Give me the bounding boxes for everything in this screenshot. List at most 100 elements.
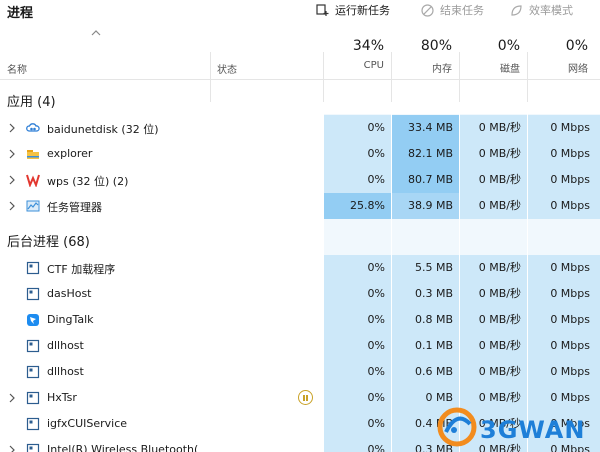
cpu-value: 0%: [324, 141, 391, 167]
table-row[interactable]: explorer 0% 82.1 MB 0 MB/秒 0 Mbps: [0, 141, 600, 167]
sort-up-icon[interactable]: [91, 30, 101, 36]
chevron-right-icon[interactable]: [9, 175, 15, 185]
table-row[interactable]: dllhost 0% 0.1 MB 0 MB/秒 0 Mbps: [0, 333, 600, 359]
cpu-value: 0%: [324, 333, 391, 359]
table-row[interactable]: 任务管理器 25.8% 38.9 MB 0 MB/秒 0 Mbps: [0, 193, 600, 219]
column-header: 名称 状态 34% CPU 80% 内存 0% 磁盘 0% 网络: [0, 22, 600, 102]
table-row[interactable]: CTF 加载程序 0% 5.5 MB 0 MB/秒 0 Mbps: [0, 255, 600, 281]
process-name: CTF 加载程序: [47, 263, 116, 276]
suspended-icon: [298, 390, 313, 405]
app-window-icon: [26, 417, 40, 431]
task-manager-icon: [26, 200, 40, 212]
end-task-label: 结束任务: [440, 4, 484, 17]
chevron-right-icon[interactable]: [9, 393, 15, 403]
table-row[interactable]: dasHost 0% 0.3 MB 0 MB/秒 0 Mbps: [0, 281, 600, 307]
cpu-value: 0%: [324, 307, 391, 333]
cpu-value: 0%: [324, 437, 391, 452]
folder-icon: [27, 150, 39, 159]
disk-value: 0 MB/秒: [460, 307, 527, 333]
watermark-logo-icon: [437, 407, 477, 447]
network-value: 0 Mbps: [528, 193, 600, 219]
background-section-header: 后台进程 (68): [7, 235, 90, 250]
cpu-value: 0%: [324, 167, 391, 193]
efficiency-mode-button[interactable]: 效率模式: [510, 2, 573, 18]
process-name: Intel(R) Wireless Bluetooth(: [47, 443, 199, 452]
cpu-value: 0%: [324, 385, 391, 411]
network-value: 0 Mbps: [528, 141, 600, 167]
process-name: dllhost: [47, 365, 84, 378]
cpu-value: 0%: [324, 115, 391, 141]
cpu-value: 25.8%: [324, 193, 391, 219]
leaf-icon: [511, 4, 522, 16]
disk-value: 0 MB/秒: [460, 333, 527, 359]
process-name: dllhost: [47, 339, 84, 352]
table-row[interactable]: dllhost 0% 0.6 MB 0 MB/秒 0 Mbps: [0, 359, 600, 385]
memory-value: 38.9 MB: [392, 193, 459, 219]
memory-value: 0.1 MB: [392, 333, 459, 359]
wps-icon: [26, 174, 40, 187]
page-title: 进程: [7, 6, 34, 21]
process-name: HxTsr: [47, 391, 77, 404]
app-window-icon: [26, 391, 40, 405]
network-value: 0 Mbps: [528, 307, 600, 333]
process-name: dasHost: [47, 287, 92, 300]
toolbar: 进程 运行新任务 结束任务 效率模式: [0, 0, 600, 22]
network-value: 0 Mbps: [528, 167, 600, 193]
memory-value: 0.3 MB: [392, 281, 459, 307]
memory-value: 82.1 MB: [392, 141, 459, 167]
chevron-right-icon[interactable]: [9, 123, 15, 133]
network-percent: 0%: [565, 38, 588, 54]
dingtalk-icon: [27, 314, 39, 326]
process-name: igfxCUIService: [47, 417, 128, 430]
network-value: 0 Mbps: [528, 333, 600, 359]
app-window-icon: [26, 287, 40, 301]
chevron-right-icon[interactable]: [9, 201, 15, 211]
disk-value: 0 MB/秒: [460, 141, 527, 167]
watermark: 3GWAN: [432, 402, 600, 452]
memory-label: 内存: [432, 64, 452, 75]
cpu-label: CPU: [363, 60, 384, 71]
column-name[interactable]: 名称: [7, 61, 27, 76]
disk-percent: 0%: [497, 38, 520, 54]
block-icon: [421, 3, 434, 17]
disk-value: 0 MB/秒: [460, 167, 527, 193]
run-new-task-label: 运行新任务: [335, 4, 390, 17]
cpu-value: 0%: [324, 411, 391, 437]
column-status[interactable]: 状态: [217, 61, 237, 76]
network-value: 0 Mbps: [528, 255, 600, 281]
process-name: explorer: [47, 147, 93, 160]
network-value: 0 Mbps: [528, 281, 600, 307]
process-name: 任务管理器: [47, 201, 102, 214]
disk-value: 0 MB/秒: [460, 281, 527, 307]
cpu-percent: 34%: [352, 38, 384, 54]
table-row[interactable]: DingTalk 0% 0.8 MB 0 MB/秒 0 Mbps: [0, 307, 600, 333]
cpu-value: 0%: [324, 281, 391, 307]
disk-value: 0 MB/秒: [460, 359, 527, 385]
apps-section-header: 应用 (4): [7, 95, 56, 110]
network-label: 网络: [568, 64, 588, 75]
watermark-text: 3GWAN: [480, 416, 586, 444]
chevron-right-icon[interactable]: [9, 149, 15, 159]
table-row[interactable]: baidunetdisk (32 位) 0% 33.4 MB 0 MB/秒 0 …: [0, 115, 600, 141]
disk-value: 0 MB/秒: [460, 255, 527, 281]
process-name: baidunetdisk (32 位): [47, 123, 159, 136]
cpu-value: 0%: [324, 359, 391, 385]
end-task-button[interactable]: 结束任务: [421, 2, 484, 18]
disk-value: 0 MB/秒: [460, 193, 527, 219]
memory-value: 80.7 MB: [392, 167, 459, 193]
disk-value: 0 MB/秒: [460, 115, 527, 141]
chevron-right-icon[interactable]: [9, 445, 15, 452]
app-window-icon: [26, 365, 40, 379]
cloud-icon: [26, 123, 40, 132]
cpu-value: 0%: [324, 255, 391, 281]
table-row[interactable]: wps (32 位) (2) 0% 80.7 MB 0 MB/秒 0 Mbps: [0, 167, 600, 193]
memory-value: 5.5 MB: [392, 255, 459, 281]
network-value: 0 Mbps: [528, 115, 600, 141]
app-window-icon: [26, 261, 40, 275]
memory-value: 0.8 MB: [392, 307, 459, 333]
memory-percent: 80%: [420, 38, 452, 54]
app-window-icon: [26, 443, 40, 452]
process-name: wps (32 位) (2): [47, 175, 129, 188]
run-new-task-button[interactable]: 运行新任务: [316, 2, 390, 18]
efficiency-mode-label: 效率模式: [529, 4, 573, 17]
